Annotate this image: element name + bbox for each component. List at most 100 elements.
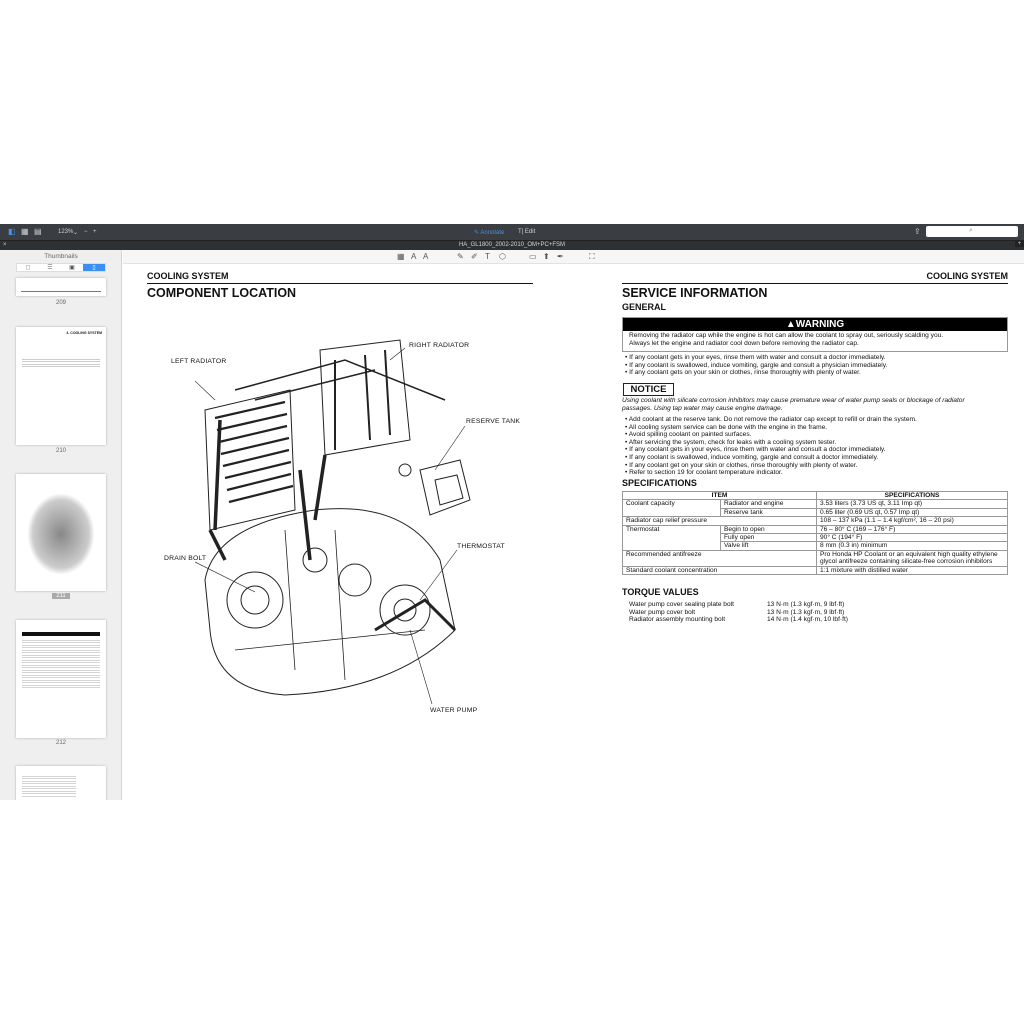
torque-row: Radiator assembly mounting bolt14 N·m (1… xyxy=(629,616,929,624)
reserve-tank xyxy=(399,460,470,515)
torque-row: Water pump cover sealing plate bolt13 N·… xyxy=(629,601,929,609)
sidebar-toggle-icon[interactable]: ◧ xyxy=(8,227,16,236)
annotation-toolbar: ▦ A A ✎ ✐ T ⬡ ▭ ⬆ ✒ ⛶ xyxy=(123,250,1024,264)
annotate-button[interactable]: ✎ Annotate xyxy=(474,229,504,236)
table-row: ThermostatBegin to open76 – 80° C (169 –… xyxy=(623,525,1008,533)
spec-value: 8 mm (0.3 in) minimum xyxy=(817,542,1008,550)
right-radiator xyxy=(320,340,410,455)
column-header: SPECIFICATIONS xyxy=(817,492,1008,500)
torque-list: Water pump cover sealing plate bolt13 N·… xyxy=(629,601,929,624)
spec-item: Recommended antifreeze xyxy=(623,550,817,566)
notice-title: NOTICE xyxy=(623,383,674,396)
divider xyxy=(622,283,1008,284)
bullet-item: All cooling system service can be done w… xyxy=(625,424,917,432)
current-page-number: 211 xyxy=(52,593,70,599)
search-input[interactable]: ⌕ xyxy=(926,226,1018,237)
label-water-pump: WATER PUMP xyxy=(430,707,477,714)
share-icon[interactable]: ⇪ xyxy=(914,227,921,236)
bullet-item: Avoid spilling coolant on painted surfac… xyxy=(625,431,917,439)
chevron-down-icon[interactable]: ⌄ xyxy=(73,229,78,236)
two-page-view-icon[interactable]: ▤ xyxy=(34,227,42,236)
page-thumbnail[interactable] xyxy=(16,278,106,296)
table-row: Recommended antifreezePro Honda HP Coola… xyxy=(623,550,1008,566)
text-box-icon[interactable]: ▦ xyxy=(397,252,405,261)
general-heading: GENERAL xyxy=(622,302,666,312)
right-page-title: SERVICE INFORMATION xyxy=(622,286,767,300)
crop-icon[interactable]: ⛶ xyxy=(589,252,595,262)
specifications-heading: SPECIFICATIONS xyxy=(622,478,697,488)
spec-item: Thermostat xyxy=(623,525,721,550)
stamp-icon[interactable]: ⬆ xyxy=(543,252,550,261)
spec-subitem: Reserve tank xyxy=(721,508,817,516)
warning-line: Always let the engine and radiator cool … xyxy=(629,340,1001,348)
page-number: 212 xyxy=(0,740,122,746)
bullet-item: If any coolant is swallowed, induce vomi… xyxy=(625,362,887,370)
tab-title[interactable]: HA_GL1800_2002-2010_OM+PC+FSM xyxy=(0,242,1024,248)
bullet-item: If any coolant get on your skin or cloth… xyxy=(625,462,917,470)
torque-row: Water pump cover bolt13 N·m (1.3 kgf·m, … xyxy=(629,609,929,617)
tab-bar: × HA_GL1800_2002-2010_OM+PC+FSM + xyxy=(0,240,1024,250)
page-thumbnail[interactable] xyxy=(16,620,106,738)
table-row: Radiator cap relief pressure108 – 137 kP… xyxy=(623,517,1008,525)
spec-value: 1:1 mixture with distilled water xyxy=(817,566,1008,574)
spec-value: 0.65 liter (0.69 US qt, 0.57 Imp qt) xyxy=(817,508,1008,516)
shapes-icon[interactable]: ⬡ xyxy=(499,252,506,261)
font-size-icon[interactable]: A xyxy=(411,252,416,261)
spec-value: 90° C (194° F) xyxy=(817,534,1008,542)
font-style-icon[interactable]: A xyxy=(423,252,428,261)
label-reserve-tank: RESERVE TANK xyxy=(466,418,520,425)
thumbnails-tab[interactable]: ▯ xyxy=(83,264,105,271)
table-row: Coolant capacityRadiator and engine3.53 … xyxy=(623,500,1008,508)
outline-tab[interactable]: ☰ xyxy=(39,264,61,271)
engine xyxy=(205,509,455,695)
highlighter-icon[interactable]: ✐ xyxy=(471,252,478,261)
torque-heading: TORQUE VALUES xyxy=(622,587,699,597)
page-thumbnail[interactable]: 4. COOLING SYSTEM xyxy=(16,327,106,445)
spec-value: 76 – 80° C (169 – 176° F) xyxy=(817,525,1008,533)
torque-value: 14 N·m (1.4 kgf·m, 10 lbf·ft) xyxy=(767,616,848,624)
edit-button[interactable]: T| Edit xyxy=(518,229,535,235)
zoom-out-button[interactable]: − xyxy=(84,229,88,235)
sidebar-tabs: ◻ ☰ ▣ ▯ xyxy=(16,263,106,272)
bullet-item: Refer to section 19 for coolant temperat… xyxy=(625,469,917,477)
sidebar-title: Thumbnails xyxy=(0,253,122,260)
bookmark-tab[interactable]: ◻ xyxy=(17,264,39,271)
bullet-item: After servicing the system, check for le… xyxy=(625,439,917,447)
torque-value: 13 N·m (1.3 kgf·m, 9 lbf·ft) xyxy=(767,601,844,609)
bullet-item: Add coolant at the reserve tank. Do not … xyxy=(625,416,917,424)
thumbnail-title: 4. COOLING SYSTEM xyxy=(66,331,102,335)
grid-view-icon[interactable]: ▦ xyxy=(21,227,29,236)
warning-line: Removing the radiator cap while the engi… xyxy=(629,332,1001,340)
general-bullets: If any coolant gets in your eyes, rinse … xyxy=(625,354,887,377)
spec-subitem: Fully open xyxy=(721,534,817,542)
label-left-radiator: LEFT RADIATOR xyxy=(171,358,226,365)
spec-item: Radiator cap relief pressure xyxy=(623,517,817,525)
label-drain-bolt: DRAIN BOLT xyxy=(164,555,206,562)
signature-icon[interactable]: ✒ xyxy=(557,252,564,261)
column-header: ITEM xyxy=(623,492,817,500)
page-thumbnail[interactable] xyxy=(16,766,106,800)
cooling-system-diagram xyxy=(195,330,485,710)
notice-text: Using coolant with silicate corrosion in… xyxy=(622,397,965,412)
text-icon: T| xyxy=(518,229,525,235)
bullet-item: If any coolant gets on your skin or clot… xyxy=(625,369,887,377)
divider xyxy=(147,283,533,284)
note-icon[interactable]: ▭ xyxy=(529,252,537,261)
new-tab-button[interactable]: + xyxy=(1015,241,1024,247)
zoom-level-select[interactable]: 123% xyxy=(58,229,73,235)
torque-item: Water pump cover bolt xyxy=(629,609,767,617)
annotations-tab[interactable]: ▣ xyxy=(61,264,83,271)
zoom-in-button[interactable]: + xyxy=(93,229,97,235)
spec-value: Pro Honda HP Coolant or an equivalent hi… xyxy=(817,550,1008,566)
text-tool-icon[interactable]: T xyxy=(485,252,490,261)
spec-subitem: Radiator and engine xyxy=(721,500,817,508)
table-row: Standard coolant concentration1:1 mixtur… xyxy=(623,566,1008,574)
search-icon: ⌕ xyxy=(969,227,973,235)
pencil-icon[interactable]: ✎ xyxy=(457,252,464,261)
page-thumbnail[interactable] xyxy=(16,474,106,591)
spec-subitem: Begin to open xyxy=(721,525,817,533)
notice-line: passages. Using tap water may cause engi… xyxy=(622,405,965,413)
page-number: 210 xyxy=(0,448,122,454)
warning-box: ▲WARNING Removing the radiator cap while… xyxy=(622,317,1008,352)
edit-label: Edit xyxy=(525,229,535,235)
